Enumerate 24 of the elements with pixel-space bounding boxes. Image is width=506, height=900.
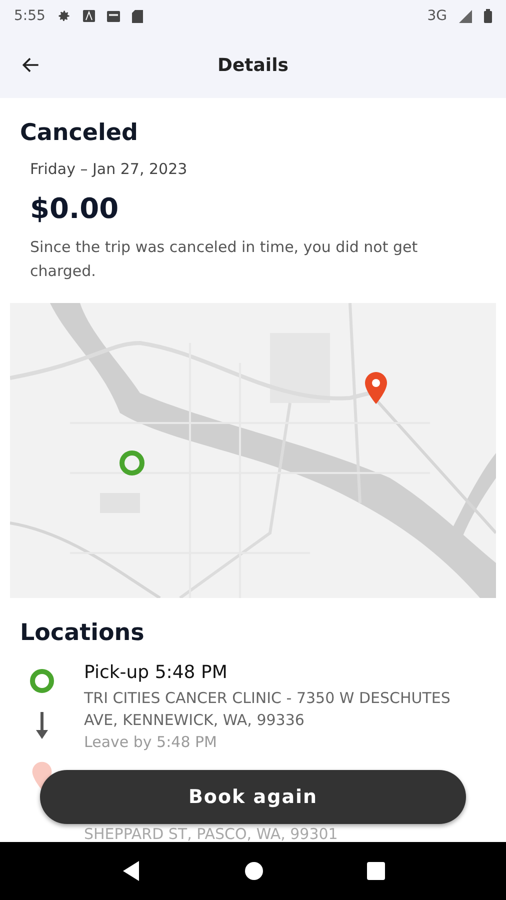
back-nav-button[interactable] <box>121 860 142 882</box>
signal-icon <box>459 10 472 22</box>
charge-note: Since the trip was canceled in time, you did not get charged. <box>30 237 419 282</box>
home-nav-button[interactable] <box>244 861 264 881</box>
location-title: Pick-up 5:48 PM <box>84 662 228 683</box>
page-title: Details <box>218 54 288 76</box>
recents-nav-button[interactable] <box>366 862 385 880</box>
network-type: 3G <box>427 8 447 24</box>
location-address: TRI CITIES CANCER CLINIC - 7350 W DESCHUTES AVE, KENNEWICK, WA, 99336 <box>84 688 452 731</box>
leave-time: Leave by 5:48 PM <box>84 733 218 751</box>
status-time: 5:55 <box>14 8 46 24</box>
pickup-marker-icon <box>118 449 146 477</box>
book-again-button[interactable]: Book again <box>40 770 466 824</box>
location-address: SHEPPARD ST, PASCO, WA, 99301 <box>84 824 339 842</box>
trip-status: Canceled <box>20 120 139 146</box>
section-title: Locations <box>20 620 146 646</box>
trip-price: $0.00 <box>30 192 120 225</box>
pickup-marker-icon <box>29 668 55 694</box>
battery-icon <box>484 9 492 23</box>
arrow-down-icon <box>36 712 48 740</box>
sd-card-icon <box>132 10 144 22</box>
gear-icon <box>57 9 72 23</box>
trip-date: Friday – Jan 27, 2023 <box>30 160 188 178</box>
map-pin-icon <box>363 371 389 405</box>
